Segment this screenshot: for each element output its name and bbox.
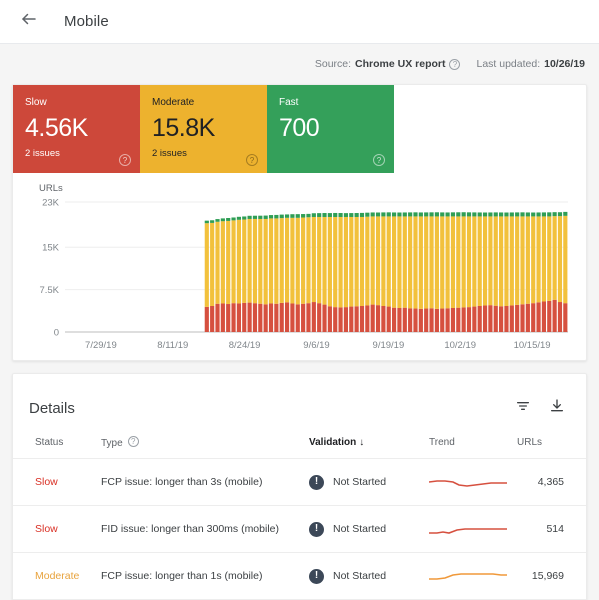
cell-validation: Not Started [309,553,429,600]
svg-text:7.5K: 7.5K [39,285,59,296]
cell-trend [429,506,517,553]
download-button[interactable] [544,395,570,421]
cell-type: FID issue: longer than 300ms (mobile) [101,506,309,553]
metric-label: Fast [279,96,382,109]
source-label: Source: [315,58,351,70]
metric-value: 15.8K [152,112,255,144]
chart-container: URLs 0 7.5K 15K 23K 7/29/19 8/11/19 8/24/19 9/… [13,173,586,360]
error-icon [309,569,324,584]
help-icon[interactable] [449,59,460,70]
urls-over-time-chart[interactable]: 0 7.5K 15K 23K [25,196,576,336]
details-header: Details [13,374,586,426]
metric-cards: Slow 4.56K 2 issues Moderate 15.8K 2 issues Fa… [13,85,586,173]
source-info: Source: Chrome UX report [315,58,461,70]
cell-status: Moderate [13,553,101,600]
last-updated-value: 10/26/19 [544,58,585,70]
cell-urls: 514 [517,506,586,553]
error-icon [309,475,324,490]
source-value: Chrome UX report [355,58,445,70]
cell-type: FCP issue: longer than 1s (mobile) [101,553,309,600]
svg-text:10/15/19: 10/15/19 [514,340,551,351]
metric-value: 4.56K [25,112,128,144]
details-table-head: StatusTypeValidation↓TrendURLs [13,426,586,459]
column-header-urls[interactable]: URLs [517,426,586,459]
column-header-label: Status [35,437,63,448]
table-header-row: StatusTypeValidation↓TrendURLs [13,426,586,459]
help-icon[interactable] [128,436,139,447]
cell-status: Slow [13,459,101,506]
metric-label: Moderate [152,96,255,109]
svg-text:0: 0 [54,328,59,337]
svg-text:10/2/19: 10/2/19 [444,340,476,351]
cell-urls: 15,969 [517,553,586,600]
metric-sub: 2 issues [25,148,128,159]
validation-label: Not Started [333,523,386,535]
validation-status: Not Started [309,569,429,584]
metric-value: 700 [279,112,382,144]
error-icon [309,522,324,537]
metric-card-fast[interactable]: Fast 700 [267,85,394,173]
svg-text:7/29/19: 7/29/19 [85,340,117,351]
validation-status: Not Started [309,522,429,537]
svg-text:23K: 23K [42,198,60,209]
help-icon[interactable] [373,154,385,166]
validation-label: Not Started [333,476,386,488]
column-header-validation[interactable]: Validation↓ [309,426,429,459]
cell-trend [429,553,517,600]
metric-sub: 2 issues [152,148,255,159]
table-row[interactable]: SlowFID issue: longer than 300ms (mobile… [13,506,586,553]
column-header-label: Trend [429,437,455,448]
filter-list-icon [515,398,531,419]
chart-x-axis: 7/29/19 8/11/19 8/24/19 9/6/19 9/19/19 10/2/1… [25,336,576,356]
details-panel: Details StatusTypeValidation↓Tre [12,373,587,600]
svg-text:8/24/19: 8/24/19 [229,340,261,351]
details-table: StatusTypeValidation↓TrendURLs SlowFCP i… [13,426,586,600]
chart-y-axis-title: URLs [39,183,574,194]
source-strip: Source: Chrome UX report Last updated: 1… [0,44,599,84]
column-header-trend[interactable]: Trend [429,426,517,459]
help-icon[interactable] [119,154,131,166]
back-button[interactable] [16,9,42,35]
overview-panel: Slow 4.56K 2 issues Moderate 15.8K 2 issues Fa… [12,84,587,361]
details-title: Details [29,400,502,417]
cell-status: Slow [13,506,101,553]
svg-text:8/11/19: 8/11/19 [157,340,188,351]
metric-card-slow[interactable]: Slow 4.56K 2 issues [13,85,140,173]
column-header-type[interactable]: Type [101,426,309,459]
download-icon [549,398,565,419]
column-header-label: Type [101,438,123,449]
cell-type: FCP issue: longer than 3s (mobile) [101,459,309,506]
details-table-body: SlowFCP issue: longer than 3s (mobile) No… [13,459,586,600]
validation-status: Not Started [309,475,429,490]
column-header-status[interactable]: Status [13,426,101,459]
sort-arrow-icon: ↓ [359,437,364,448]
metric-label: Slow [25,96,128,109]
arrow-back-icon [20,10,38,33]
cell-validation: Not Started [309,459,429,506]
table-row[interactable]: SlowFCP issue: longer than 3s (mobile) No… [13,459,586,506]
svg-text:15K: 15K [42,243,60,254]
validation-label: Not Started [333,570,386,582]
help-icon[interactable] [246,154,258,166]
page-title: Mobile [64,13,109,30]
svg-text:9/6/19: 9/6/19 [303,340,329,351]
cell-trend [429,459,517,506]
trend-sparkline [429,473,509,491]
table-row[interactable]: ModerateFCP issue: longer than 1s (mobil… [13,553,586,600]
last-updated-label: Last updated: [476,58,540,70]
metric-card-moderate[interactable]: Moderate 15.8K 2 issues [140,85,267,173]
cell-urls: 4,365 [517,459,586,506]
column-header-label: Validation [309,437,356,448]
trend-sparkline [429,567,509,585]
svg-text:9/19/19: 9/19/19 [373,340,405,351]
column-header-label: URLs [517,437,542,448]
cell-validation: Not Started [309,506,429,553]
trend-sparkline [429,520,509,538]
app-bar: Mobile [0,0,599,44]
filter-button[interactable] [510,395,536,421]
last-updated-info: Last updated: 10/26/19 [476,58,585,70]
